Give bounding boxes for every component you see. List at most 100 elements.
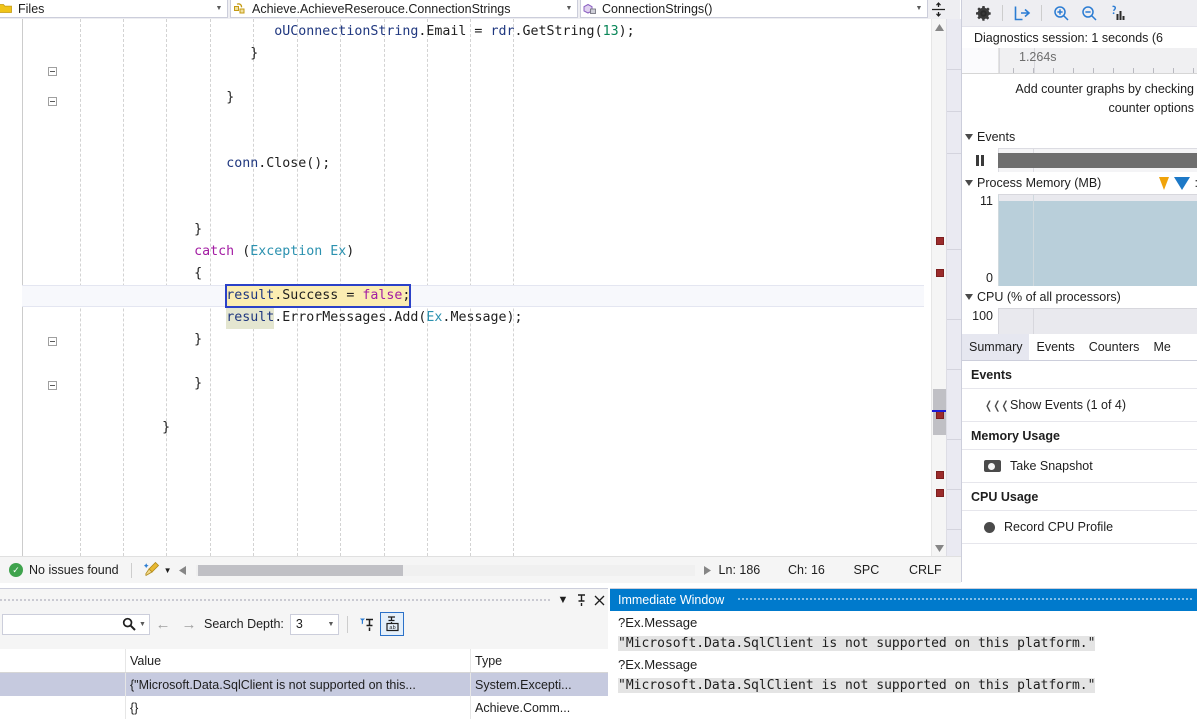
- search-next-button[interactable]: →: [176, 613, 202, 635]
- code-cleanup-button[interactable]: ▼: [143, 561, 172, 580]
- code-line[interactable]: conn.Close();: [226, 153, 330, 175]
- profiler-action-take-snapshot[interactable]: Take Snapshot: [962, 450, 1197, 483]
- locals-grid[interactable]: Value Type {"Microsoft.Data.SqlClient is n…: [0, 649, 608, 719]
- project-dropdown[interactable]: Files ▼: [0, 0, 228, 18]
- panel-drag-grip[interactable]: [738, 598, 1193, 602]
- profiler-tab-summary[interactable]: Summary: [962, 334, 1030, 360]
- immediate-result-line[interactable]: "Microsoft.Data.SqlClient is not support…: [610, 633, 1197, 654]
- editor-horizontal-scrollbar[interactable]: [174, 562, 717, 578]
- table-cell: [0, 696, 126, 719]
- code-token: Message: [450, 310, 507, 325]
- search-prev-button[interactable]: ←: [150, 613, 176, 635]
- profiler-tab-me[interactable]: Me: [1146, 334, 1177, 360]
- gear-icon[interactable]: [970, 2, 996, 24]
- immediate-window-output[interactable]: ?Ex.Message "Microsoft.Data.SqlClient is …: [610, 611, 1197, 718]
- code-line[interactable]: {: [194, 263, 202, 285]
- cpu-plot-area[interactable]: [998, 308, 1197, 334]
- gc-marker-icon[interactable]: [1173, 176, 1190, 190]
- member-dropdown[interactable]: ConnectionStrings() ▼: [580, 0, 928, 18]
- counter-hint-line2: counter options: [1108, 101, 1194, 115]
- chevron-expanded-icon[interactable]: [965, 180, 973, 186]
- code-line[interactable]: }: [194, 219, 202, 241]
- pin-icon[interactable]: [572, 590, 590, 610]
- events-group-header[interactable]: Events: [962, 126, 1197, 148]
- chevron-down-icon[interactable]: ▼: [911, 0, 927, 18]
- statement-highlight-box[interactable]: result.Success = false;: [225, 284, 412, 308]
- immediate-window-titlebar[interactable]: Immediate Window: [610, 589, 1197, 611]
- scroll-down-arrow-icon[interactable]: [932, 540, 947, 556]
- search-input[interactable]: ▼: [2, 613, 150, 635]
- code-line[interactable]: }: [194, 373, 202, 395]
- scroll-up-arrow-icon[interactable]: [932, 19, 947, 35]
- breakpoint-marker[interactable]: [936, 411, 944, 419]
- chevron-down-icon[interactable]: ▼: [211, 0, 227, 18]
- cpu-chart: 100: [962, 308, 1197, 334]
- profiler-tab-counters[interactable]: Counters: [1082, 334, 1147, 360]
- split-window-icon[interactable]: [928, 0, 948, 19]
- scroll-right-arrow-icon[interactable]: [699, 562, 717, 578]
- breakpoint-marker[interactable]: [936, 489, 944, 497]
- table-row[interactable]: {"Microsoft.Data.SqlClient is not suppor…: [0, 673, 608, 696]
- class-dropdown[interactable]: Achieve.AchieveReserouce.ConnectionStrin…: [230, 0, 578, 18]
- code-line[interactable]: }: [162, 417, 170, 439]
- code-line[interactable]: catch (Exception Ex): [194, 241, 354, 263]
- column-header[interactable]: Value: [126, 649, 471, 672]
- profiler-action-show-events-of[interactable]: ❬❬❬ Show Events (1 of 4): [962, 389, 1197, 422]
- memory-group-header[interactable]: Process Memory (MB) :: [962, 172, 1197, 194]
- column-header[interactable]: Type: [471, 649, 608, 672]
- editor-vertical-scrollbar[interactable]: [931, 19, 947, 556]
- chevron-down-icon[interactable]: ▼: [561, 0, 577, 18]
- eol-indicator[interactable]: CRLF: [909, 563, 957, 577]
- chevron-down-icon[interactable]: ▼: [139, 621, 149, 628]
- timeline-track[interactable]: 1.264s: [999, 48, 1197, 73]
- pause-icon[interactable]: [962, 148, 998, 172]
- code-editor[interactable]: oUConnectionString.Email = rdr.GetString…: [0, 19, 931, 556]
- code-token: }: [162, 420, 171, 435]
- chevron-down-icon[interactable]: ▼: [164, 566, 172, 575]
- panel-drag-grip[interactable]: [0, 599, 552, 602]
- chevron-expanded-icon[interactable]: [965, 134, 973, 140]
- breakpoint-marker[interactable]: [936, 269, 944, 277]
- code-line[interactable]: }: [250, 43, 258, 65]
- profiler-tab-events[interactable]: Events: [1029, 334, 1081, 360]
- immediate-command-line[interactable]: ?Ex.Message: [610, 654, 1197, 675]
- code-text[interactable]: oUConnectionString.Email = rdr.GetString…: [0, 19, 931, 556]
- step-into-arrow-icon[interactable]: [1009, 2, 1035, 24]
- memory-plot-area[interactable]: [998, 194, 1197, 286]
- show-raw-values-icon[interactable]: ab: [379, 612, 404, 636]
- code-line-current[interactable]: result.Success = false;: [225, 284, 412, 308]
- magnifier-icon[interactable]: [119, 617, 139, 631]
- search-depth-dropdown[interactable]: 3 ▼: [289, 613, 339, 635]
- zoom-in-icon[interactable]: [1048, 2, 1074, 24]
- table-row[interactable]: {} Achieve.Comm...: [0, 696, 608, 719]
- events-track[interactable]: [998, 148, 1197, 172]
- cpu-group-label: CPU (% of all processors): [977, 290, 1121, 304]
- bar-chart-icon[interactable]: [1104, 2, 1130, 24]
- breakpoint-marker[interactable]: [936, 237, 944, 245]
- code-line[interactable]: }: [194, 329, 202, 351]
- chevron-down-icon[interactable]: ▼: [554, 590, 572, 610]
- immediate-command-line[interactable]: ?Ex.Message: [610, 612, 1197, 633]
- chevron-down-icon[interactable]: ▼: [324, 621, 338, 628]
- profiler-tabs[interactable]: Summary Events Counters Me: [962, 334, 1197, 361]
- spaces-indicator[interactable]: SPC: [854, 563, 906, 577]
- profiler-action-record-cpu-profile[interactable]: Record CPU Profile: [962, 511, 1197, 544]
- issues-indicator[interactable]: ✓ No issues found: [0, 563, 119, 577]
- locals-panel-titlebar[interactable]: ▼: [0, 589, 608, 611]
- close-icon[interactable]: [590, 590, 608, 610]
- zoom-out-icon[interactable]: [1076, 2, 1102, 24]
- code-line[interactable]: result.ErrorMessages.Add(Ex.Message);: [226, 307, 523, 329]
- caret-position-marker: [932, 410, 947, 412]
- scroll-left-arrow-icon[interactable]: [174, 562, 192, 578]
- code-line[interactable]: }: [226, 87, 234, 109]
- code-token: );: [506, 310, 523, 325]
- snapshot-marker-icon[interactable]: [1158, 176, 1169, 190]
- hscroll-thumb[interactable]: [197, 565, 403, 576]
- cpu-group-header[interactable]: CPU (% of all processors): [962, 286, 1197, 308]
- immediate-result-line[interactable]: "Microsoft.Data.SqlClient is not support…: [610, 675, 1197, 696]
- column-header[interactable]: [0, 649, 126, 672]
- breakpoint-marker[interactable]: [936, 471, 944, 479]
- pin-filter-icon[interactable]: [356, 612, 380, 636]
- chevron-expanded-icon[interactable]: [965, 294, 973, 300]
- code-line[interactable]: oUConnectionString.Email = rdr.GetString…: [274, 21, 634, 43]
